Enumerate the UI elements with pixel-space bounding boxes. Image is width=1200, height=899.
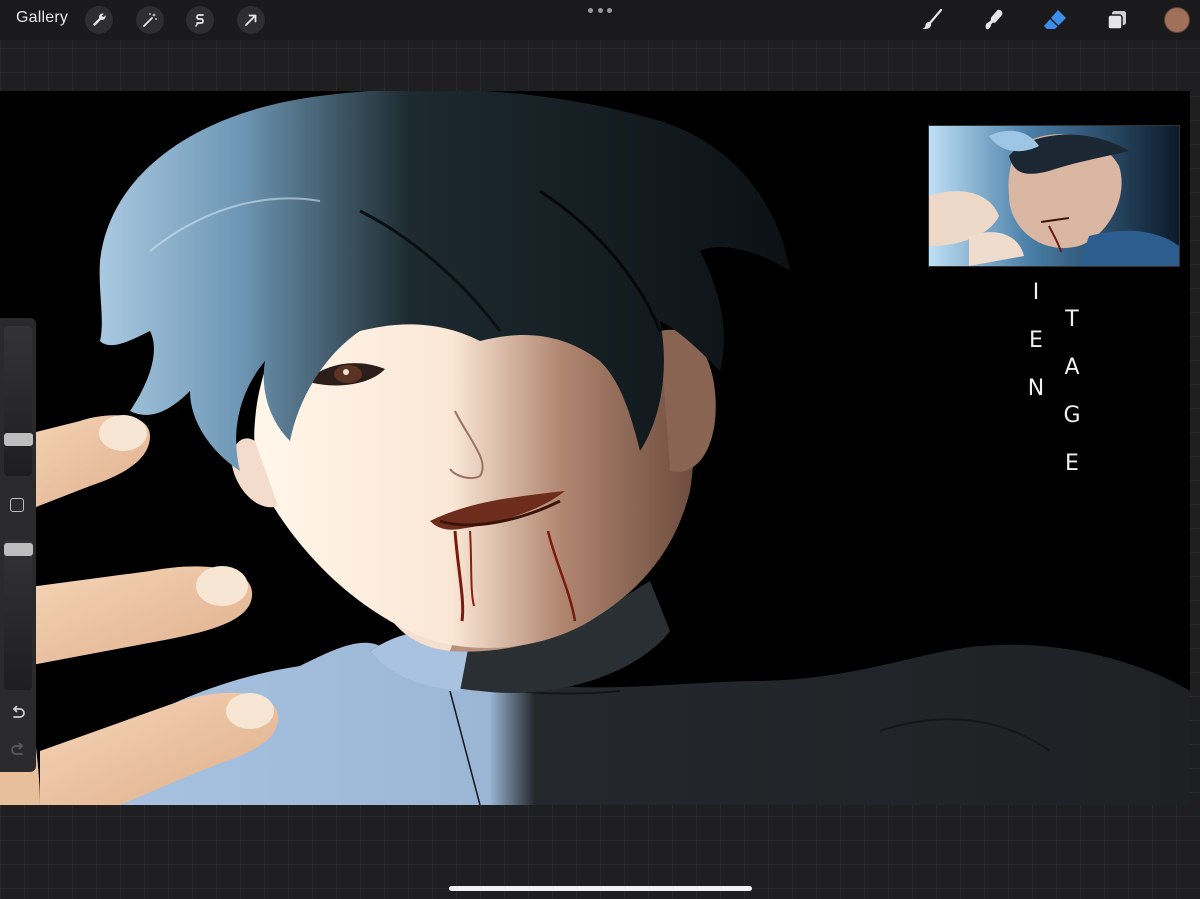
layers-icon	[1107, 11, 1126, 30]
letter-t: T	[1065, 307, 1079, 332]
eraser-icon	[1044, 10, 1066, 29]
transform-button[interactable]	[237, 6, 265, 34]
paint-tool-button[interactable]	[917, 5, 947, 35]
redo-icon	[11, 742, 23, 755]
undo-icon	[13, 705, 25, 718]
vertical-text-left: I E N	[1024, 269, 1048, 413]
layers-button[interactable]	[1102, 5, 1132, 35]
vertical-text-right: T A G E	[1060, 296, 1084, 488]
opacity-slider[interactable]	[4, 540, 32, 690]
adjustments-button[interactable]	[136, 6, 164, 34]
brush-size-slider[interactable]	[4, 326, 32, 476]
redo-button[interactable]	[8, 740, 28, 760]
brush-size-handle[interactable]	[4, 433, 33, 446]
reference-image[interactable]	[928, 125, 1180, 267]
wrench-icon	[93, 13, 106, 26]
selection-button[interactable]	[186, 6, 214, 34]
gallery-button[interactable]: Gallery	[16, 9, 68, 27]
top-toolbar: Gallery	[0, 0, 1200, 40]
color-swatch-button[interactable]	[1164, 7, 1190, 33]
letter-e: E	[1065, 451, 1079, 476]
more-options-icon[interactable]	[588, 4, 612, 16]
reference-artwork	[929, 126, 1179, 266]
letter-a: A	[1064, 355, 1080, 380]
letter-g: G	[1063, 403, 1081, 428]
erase-tool-button[interactable]	[1040, 5, 1070, 35]
actions-button[interactable]	[85, 6, 113, 34]
magic-wand-icon	[143, 13, 157, 27]
letter-n: N	[1027, 376, 1045, 401]
selection-icon	[195, 14, 204, 27]
transform-arrow-icon	[245, 14, 257, 26]
left-sidebar	[0, 318, 36, 772]
brush-icon	[922, 8, 943, 29]
opacity-handle[interactable]	[4, 543, 33, 556]
letter-i: I	[1032, 280, 1040, 305]
smudge-icon	[985, 9, 1003, 30]
modify-button[interactable]	[10, 498, 24, 512]
letter-e: E	[1029, 328, 1043, 353]
smudge-tool-button[interactable]	[978, 5, 1008, 35]
home-indicator[interactable]	[449, 886, 752, 891]
undo-button[interactable]	[8, 703, 28, 723]
